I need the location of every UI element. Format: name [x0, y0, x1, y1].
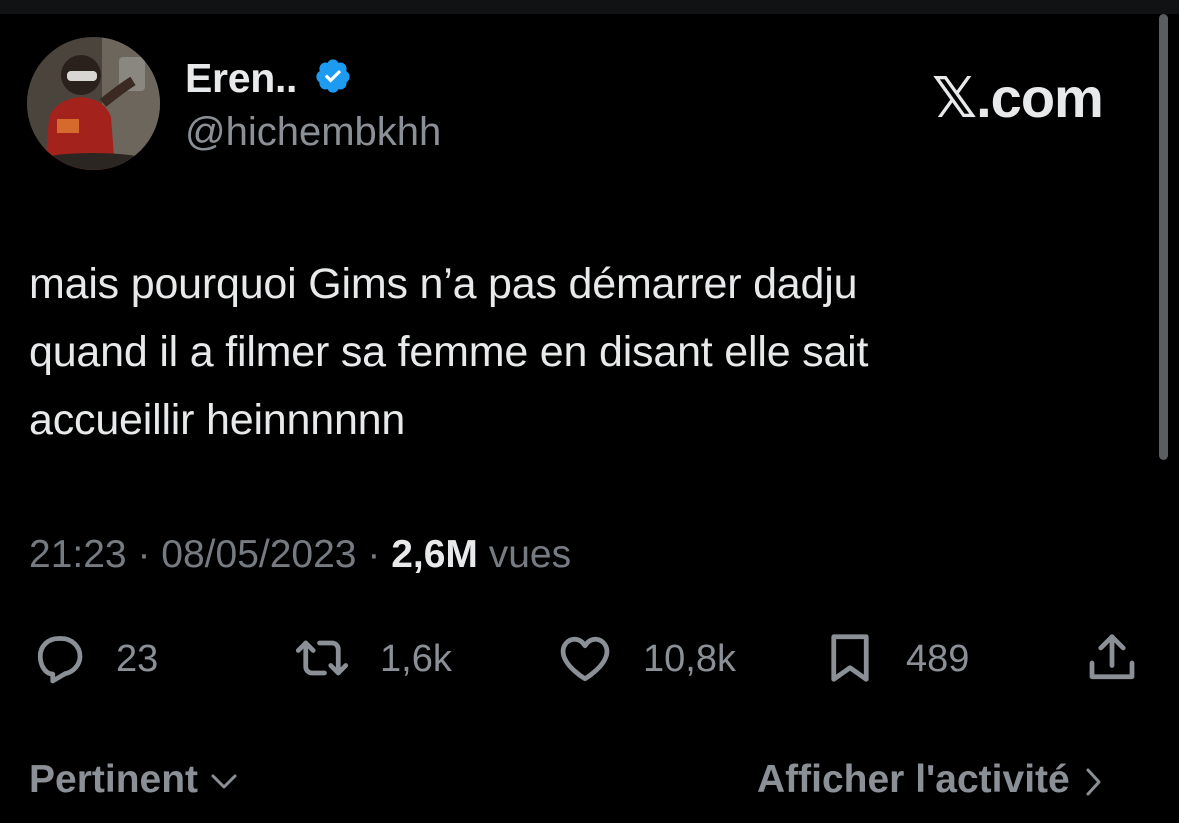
repost-icon: [295, 640, 349, 676]
top-strip: [0, 0, 1179, 14]
scrollbar[interactable]: [1159, 14, 1168, 460]
tweet-date[interactable]: 08/05/2023: [161, 533, 356, 576]
reply-icon: [37, 636, 83, 684]
activity-label: Afficher l'activité: [757, 758, 1070, 801]
author-name[interactable]: Eren..: [185, 55, 297, 102]
bookmark-button[interactable]: 489: [820, 628, 1000, 688]
tweet-text: mais pourquoi Gims n’a pas démarrer dadj…: [29, 250, 1129, 454]
action-bar: 23 1,6k 10,8k 489: [0, 628, 1179, 688]
like-count: 10,8k: [643, 638, 736, 680]
reply-count: 23: [116, 638, 159, 680]
views-label: vues: [488, 533, 572, 576]
bookmark-icon: [831, 634, 869, 682]
author-handle[interactable]: @hichembkhh: [185, 110, 441, 155]
verified-badge-icon: [316, 59, 350, 93]
tweet-time[interactable]: 21:23: [29, 533, 127, 576]
x-logo: 𝕏.com: [932, 66, 1104, 129]
chevron-right-icon: [1086, 768, 1101, 796]
views-count: 2,6M: [391, 533, 478, 576]
tweet-line: mais pourquoi Gims n’a pas démarrer dadj…: [29, 260, 858, 308]
meta-separator: ·: [137, 533, 151, 576]
repost-count: 1,6k: [380, 638, 452, 680]
avatar-image: [27, 37, 160, 170]
repost-button[interactable]: 1,6k: [288, 628, 468, 688]
tweet-line: accueillir heinnnnnn: [29, 396, 406, 444]
meta-separator: ·: [367, 533, 381, 576]
tweet-line: quand il a filmer sa femme en disant ell…: [29, 328, 869, 376]
avatar[interactable]: [27, 37, 160, 170]
share-icon: [1089, 634, 1135, 680]
tweet-meta: 21:23 · 08/05/2023 · 2,6M vues: [29, 533, 571, 577]
like-button[interactable]: 10,8k: [553, 628, 763, 688]
chevron-down-icon: [211, 774, 237, 789]
reply-button[interactable]: 23: [28, 628, 188, 688]
bookmark-count: 489: [906, 638, 970, 680]
sort-label: Pertinent: [29, 758, 199, 801]
heart-icon: [560, 636, 610, 682]
view-activity-link[interactable]: Afficher l'activité: [757, 758, 1105, 802]
sort-dropdown[interactable]: Pertinent: [29, 758, 239, 802]
share-button[interactable]: [1080, 628, 1144, 688]
